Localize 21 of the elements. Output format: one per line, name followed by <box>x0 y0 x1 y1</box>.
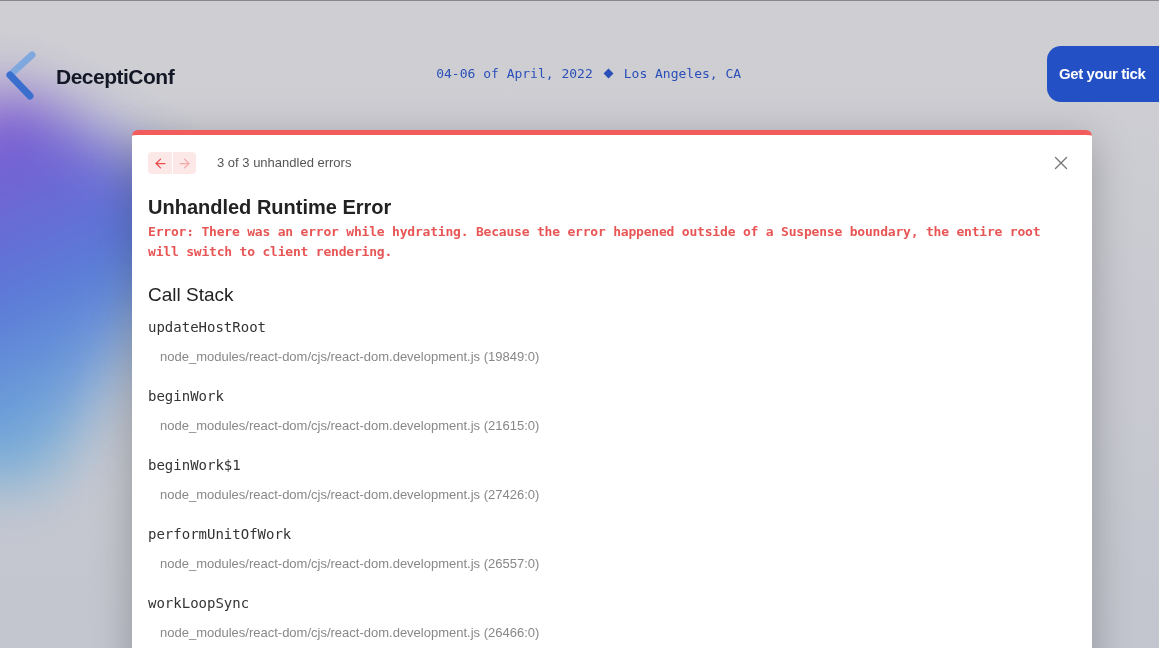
stack-file-location: node_modules/react-dom/cjs/react-dom.development.js (26557:0) <box>160 556 540 572</box>
stack-file-location: node_modules/react-dom/cjs/react-dom.development.js (19849:0) <box>160 349 540 365</box>
error-title: Unhandled Runtime Error <box>148 195 393 219</box>
brand-name: DeceptiConf <box>56 64 175 90</box>
call-stack-title: Call Stack <box>148 283 235 307</box>
arrow-right-icon <box>177 155 192 171</box>
previous-error-button[interactable] <box>148 152 172 174</box>
error-count: 3 of 3 unhandled errors <box>217 154 352 173</box>
stack-function: updateHostRoot <box>148 318 266 336</box>
stack-function: workLoopSync <box>148 594 250 612</box>
event-date: 04-06 of April, 2022 <box>436 65 593 83</box>
stack-file-location: node_modules/react-dom/cjs/react-dom.development.js (27426:0) <box>160 487 540 503</box>
stack-function: performUnitOfWork <box>148 525 292 543</box>
get-tickets-button[interactable]: Get your tick <box>1047 46 1159 102</box>
stack-function: beginWork <box>148 387 224 405</box>
stack-file-location: node_modules/react-dom/cjs/react-dom.development.js (26466:0) <box>160 625 540 641</box>
error-message: Error: There was an error while hydrating. Because the error happened outside of a Suspense boundary, the entire root will switch to client rendering. <box>148 223 1042 261</box>
chevron-logo-icon <box>4 50 36 100</box>
stack-file-location: node_modules/react-dom/cjs/react-dom.development.js (21615:0) <box>160 418 540 434</box>
event-location: Los Angeles, CA <box>623 65 742 83</box>
stack-function: beginWork$1 <box>148 456 241 474</box>
